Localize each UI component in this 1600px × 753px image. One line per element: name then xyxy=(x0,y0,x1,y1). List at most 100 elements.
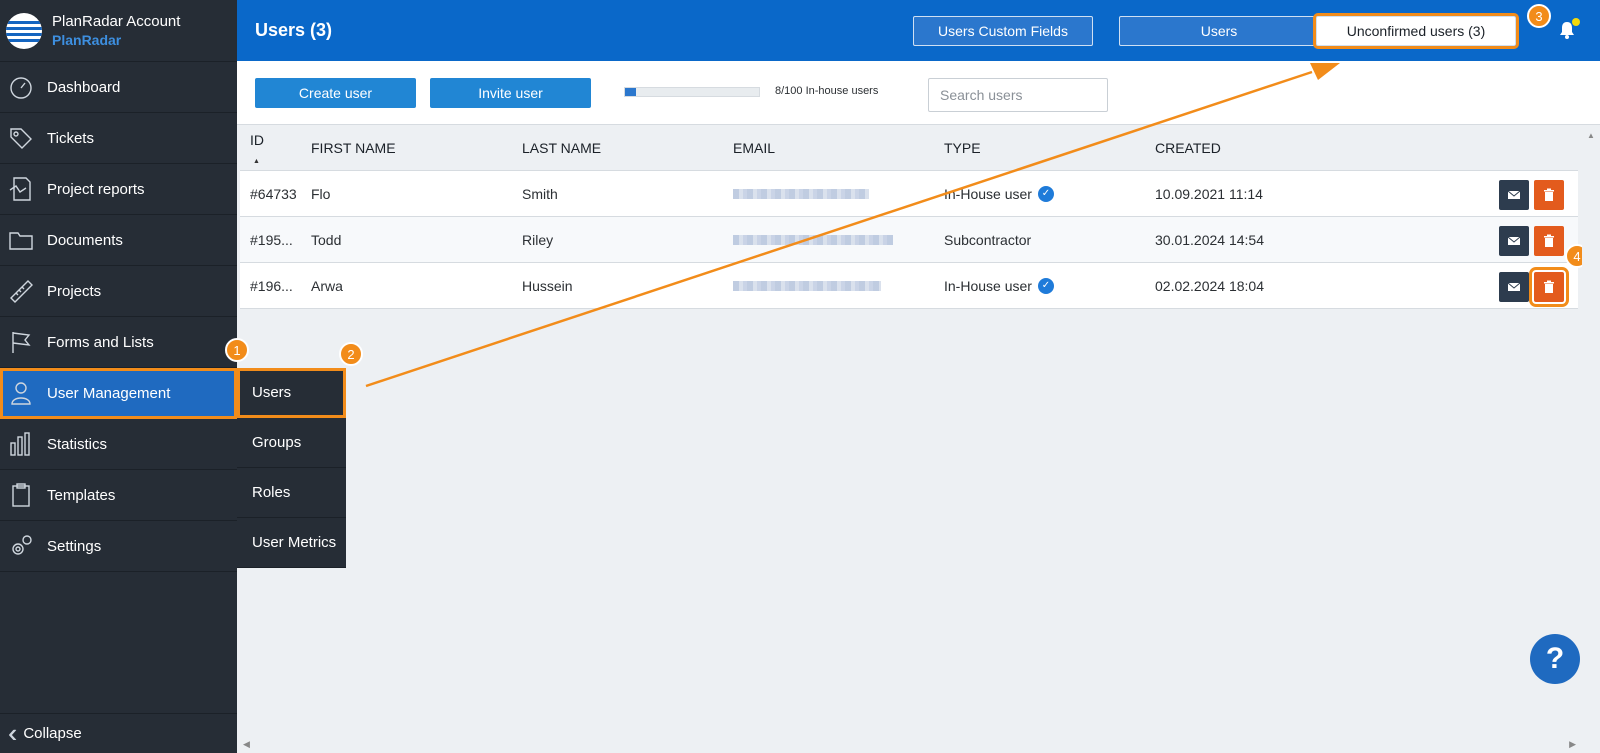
ruler-icon xyxy=(6,276,36,306)
verified-check-icon: ✓ xyxy=(1037,277,1054,294)
double-chevron-left-icon: ‹‹ xyxy=(8,718,20,748)
trash-icon xyxy=(1544,280,1554,293)
sidebar-item-label: Documents xyxy=(47,231,123,249)
cell-last-name: Smith xyxy=(522,185,558,202)
vertical-scrollbar[interactable]: ▲ xyxy=(1582,125,1600,740)
column-created[interactable]: CREATED xyxy=(1155,140,1221,156)
table-row[interactable]: #195... Todd Riley Subcontractor 30.01.2… xyxy=(240,217,1578,263)
table-header: ID ▲ FIRST NAME LAST NAME EMAIL TYPE CRE… xyxy=(240,125,1578,171)
cell-type: In-House user ✓ xyxy=(944,277,1054,294)
account-name: PlanRadar Account xyxy=(52,13,181,30)
help-button[interactable]: ? xyxy=(1530,634,1580,684)
cell-type: In-House user ✓ xyxy=(944,185,1054,202)
scroll-right-icon[interactable]: ▶ xyxy=(1569,739,1576,750)
dashboard-icon xyxy=(6,72,36,102)
collapse-label: Collapse xyxy=(23,725,82,742)
sidebar-item-templates[interactable]: Templates xyxy=(0,470,237,521)
submenu-item-groups[interactable]: Groups xyxy=(237,418,346,468)
header: Users (3) Users Custom Fields Users Unco… xyxy=(237,0,1600,61)
type-label: In-House user xyxy=(944,185,1032,202)
search-input[interactable] xyxy=(928,78,1108,112)
verified-check-icon: ✓ xyxy=(1037,185,1054,202)
cell-id: #195... xyxy=(250,231,293,248)
resend-invite-button[interactable] xyxy=(1499,180,1529,210)
sidebar-item-project-reports[interactable]: Project reports xyxy=(0,164,237,215)
sidebar-item-documents[interactable]: Documents xyxy=(0,215,237,266)
sidebar-item-settings[interactable]: Settings xyxy=(0,521,237,572)
scroll-up-icon[interactable]: ▲ xyxy=(1587,131,1595,140)
sidebar-item-user-management[interactable]: User Management xyxy=(0,368,237,419)
cell-email-redacted xyxy=(733,234,893,245)
table-row[interactable]: #64733 Flo Smith In-House user ✓ 10.09.20… xyxy=(240,171,1578,217)
type-label: Subcontractor xyxy=(944,231,1032,248)
page-title: Users (3) xyxy=(255,20,333,40)
resend-invite-button[interactable] xyxy=(1499,226,1529,256)
notification-dot xyxy=(1572,18,1580,26)
brand[interactable]: PlanRadar Account PlanRadar xyxy=(0,0,237,62)
sidebar-item-projects[interactable]: Projects xyxy=(0,266,237,317)
sidebar-item-statistics[interactable]: Statistics xyxy=(0,419,237,470)
delete-user-button[interactable] xyxy=(1534,226,1564,256)
cell-last-name: Hussein xyxy=(522,277,573,294)
cell-type: Subcontractor xyxy=(944,232,1031,248)
sidebar-item-label: Statistics xyxy=(47,435,108,453)
cell-created: 02.02.2024 18:04 xyxy=(1155,277,1264,294)
trash-icon xyxy=(1544,188,1554,201)
sidebar-item-label: Forms and Lists xyxy=(47,333,154,351)
cell-last-name: Riley xyxy=(522,231,554,248)
collapse-button[interactable]: ‹‹ Collapse xyxy=(0,713,237,753)
step-badge-1: 1 xyxy=(225,338,249,362)
mail-icon xyxy=(1507,282,1521,291)
sidebar-item-label: Dashboard xyxy=(47,78,121,96)
invite-user-button[interactable]: Invite user xyxy=(430,78,591,108)
sidebar-item-label: Templates xyxy=(47,486,116,504)
submenu-item-roles[interactable]: Roles xyxy=(237,468,346,518)
users-custom-fields-button[interactable]: Users Custom Fields xyxy=(913,16,1093,46)
sidebar-item-dashboard[interactable]: Dashboard xyxy=(0,62,237,113)
table-row[interactable]: #196... Arwa Hussein In-House user ✓ 02.0… xyxy=(240,263,1578,309)
create-user-button[interactable]: Create user xyxy=(255,78,416,108)
mail-icon xyxy=(1507,236,1521,245)
mail-icon xyxy=(1507,190,1521,199)
resend-invite-button[interactable] xyxy=(1499,272,1529,302)
submenu-item-user-metrics[interactable]: User Metrics xyxy=(237,518,346,568)
folder-icon xyxy=(6,225,36,255)
delete-user-button[interactable] xyxy=(1529,267,1569,307)
unconfirmed-users-button[interactable]: Unconfirmed users (3) xyxy=(1313,13,1519,49)
step-badge-2: 2 xyxy=(339,342,363,366)
column-email[interactable]: EMAIL xyxy=(733,140,775,156)
submenu-item-users[interactable]: Users xyxy=(237,368,346,418)
column-id[interactable]: ID xyxy=(250,132,305,148)
cell-id: #196... xyxy=(250,277,293,294)
column-type[interactable]: TYPE xyxy=(944,140,981,156)
sidebar-item-label: Project reports xyxy=(47,180,145,198)
users-tab-button[interactable]: Users xyxy=(1119,16,1319,46)
notification-bell-icon[interactable] xyxy=(1557,18,1580,40)
sidebar-item-label: Tickets xyxy=(47,129,94,147)
cell-first-name: Todd xyxy=(311,231,342,248)
planradar-logo-icon xyxy=(6,12,42,49)
ticket-icon xyxy=(6,123,36,153)
cell-email-redacted xyxy=(733,280,881,291)
gear-icon xyxy=(6,531,36,561)
scroll-left-icon[interactable]: ◀ xyxy=(243,739,250,750)
cell-first-name: Arwa xyxy=(311,277,343,294)
brand-name: PlanRadar xyxy=(52,32,122,48)
flag-icon xyxy=(6,327,36,357)
step-badge-3: 3 xyxy=(1527,4,1551,28)
sidebar-item-tickets[interactable]: Tickets xyxy=(0,113,237,164)
sidebar-item-label: Projects xyxy=(47,282,102,300)
sort-asc-icon[interactable]: ▲ xyxy=(253,158,260,165)
sidebar-item-forms-and-lists[interactable]: Forms and Lists xyxy=(0,317,237,368)
user-icon xyxy=(6,378,36,408)
cell-first-name: Flo xyxy=(311,185,331,202)
horizontal-scrollbar[interactable]: ◀ ▶ xyxy=(237,738,1582,753)
delete-user-button[interactable] xyxy=(1534,180,1564,210)
sidebar: PlanRadar Account PlanRadar Dashboard Ti… xyxy=(0,0,237,753)
toolbar: Create user Invite user 8/100 In-house u… xyxy=(237,61,1600,125)
cell-created: 10.09.2021 11:14 xyxy=(1155,185,1263,202)
cell-email-redacted xyxy=(733,188,869,199)
type-label: In-House user xyxy=(944,277,1032,294)
column-last-name[interactable]: LAST NAME xyxy=(522,140,601,156)
column-first-name[interactable]: FIRST NAME xyxy=(311,140,396,156)
